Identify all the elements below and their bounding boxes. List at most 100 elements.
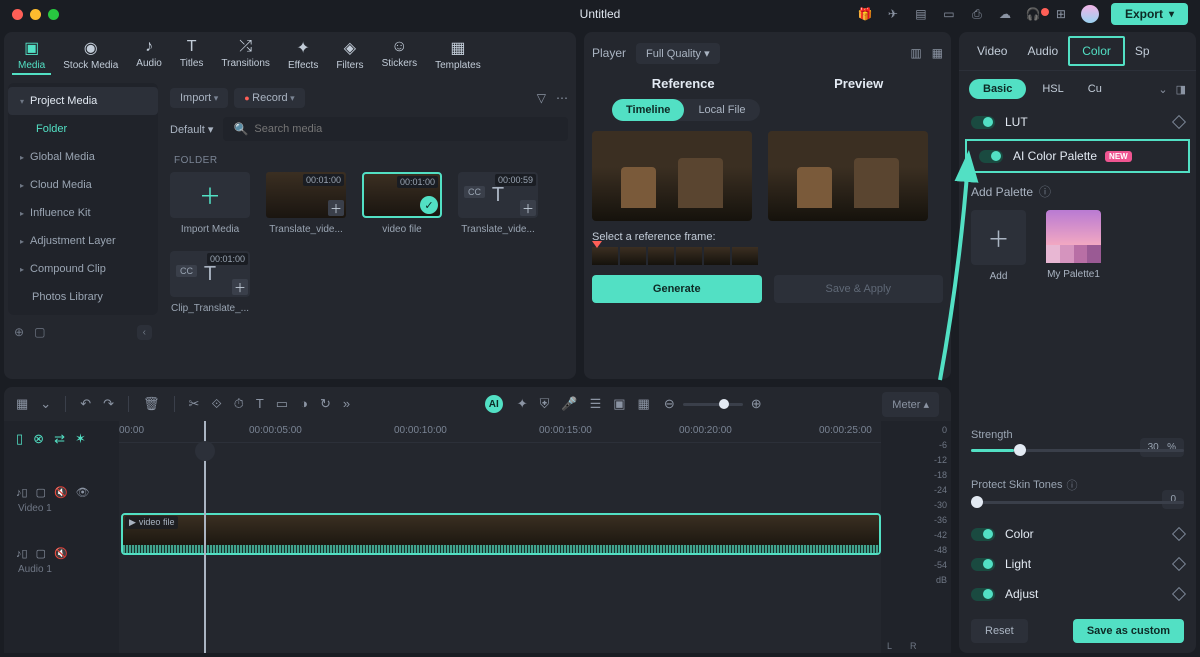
tab-stock-media[interactable]: ◉Stock Media — [57, 36, 124, 75]
gift-icon[interactable]: 🎁 — [857, 6, 873, 22]
light-section[interactable]: Light — [959, 549, 1196, 579]
import-media-tile[interactable]: ＋ Import Media — [170, 172, 250, 235]
text-icon[interactable]: T — [256, 396, 264, 412]
cloud-icon[interactable]: ☁ — [997, 6, 1013, 22]
video-track-head[interactable]: ♪▯ ▢ 🔇 👁 — [8, 481, 115, 503]
media-thumb-selected[interactable]: 00:01:00✓ video file — [362, 172, 442, 235]
zoom-out-icon[interactable]: ⊖ — [664, 396, 675, 412]
tab-color[interactable]: Color — [1068, 36, 1125, 66]
keyframe-icon[interactable] — [1172, 557, 1186, 571]
sidebar-adjustment-layer[interactable]: ▸Adjustment Layer — [8, 227, 158, 255]
sidebar-influence-kit[interactable]: ▸Influence Kit — [8, 199, 158, 227]
ai-button[interactable]: AI — [485, 395, 503, 413]
video-clip[interactable]: ▶video file — [121, 513, 881, 555]
generate-button[interactable]: Generate — [592, 275, 762, 303]
tab-transitions[interactable]: ⤮Transitions — [215, 36, 276, 75]
save-as-custom-button[interactable]: Save as custom — [1073, 619, 1184, 643]
timeline-area[interactable]: 00:00 00:00:05:00 00:00:10:00 00:00:15:0… — [119, 421, 881, 653]
chevron-down-icon[interactable]: ⌄ — [1158, 83, 1167, 96]
speed-icon[interactable]: ⏱ — [234, 396, 244, 412]
mute-icon[interactable]: 🔇 — [54, 486, 68, 499]
tab-titles[interactable]: TTitles — [174, 36, 210, 75]
subtab-curves[interactable]: Cu — [1080, 83, 1110, 95]
playhead[interactable] — [204, 421, 206, 653]
link-icon[interactable]: ▯ — [16, 431, 23, 447]
protect-value[interactable]: 0 — [1162, 490, 1184, 509]
sidebar-compound-clip[interactable]: ▸Compound Clip — [8, 255, 158, 283]
color-toggle[interactable] — [971, 528, 995, 541]
media-thumb[interactable]: TCC00:01:00＋ Clip_Translate_... — [170, 251, 250, 314]
collapse-sidebar[interactable]: ‹ — [137, 325, 152, 340]
image-icon[interactable]: ▣ — [613, 396, 625, 412]
delete-icon[interactable]: 🗑 — [143, 396, 160, 412]
tab-audio[interactable]: ♪Audio — [130, 36, 168, 75]
quality-dropdown[interactable]: Full Quality ▾ — [636, 43, 720, 64]
headphones-icon[interactable]: 🎧 — [1025, 6, 1041, 22]
slider-knob[interactable] — [1014, 444, 1026, 456]
more-icon[interactable]: » — [343, 396, 350, 412]
mute-icon[interactable]: 🔇 — [54, 547, 68, 560]
library-icon[interactable]: ▤ — [913, 6, 929, 22]
sidebar-project-media[interactable]: ▾Project Media — [8, 87, 158, 115]
marker-icon[interactable]: ✶ — [75, 431, 86, 447]
search-input[interactable] — [254, 123, 558, 135]
protect-track[interactable] — [971, 501, 1184, 504]
record-dropdown[interactable]: Record — [234, 88, 304, 108]
strength-track[interactable] — [971, 449, 1184, 452]
magnet-icon[interactable]: ⊗ — [33, 431, 44, 447]
media-thumb[interactable]: 00:01:00＋ Translate_vide... — [266, 172, 346, 235]
more-icon[interactable]: ⋯ — [556, 91, 568, 105]
keyframe-icon[interactable] — [1172, 527, 1186, 541]
lut-toggle[interactable] — [971, 116, 995, 129]
list-icon[interactable]: ☰ — [590, 396, 602, 412]
redo-icon[interactable]: ↷ — [103, 396, 114, 412]
snap-icon[interactable]: ⇄ — [54, 431, 65, 447]
minimize-window[interactable] — [30, 9, 41, 20]
keyframe-icon[interactable] — [1172, 115, 1186, 129]
ai-palette-toggle[interactable] — [979, 150, 1003, 163]
folder-icon[interactable]: ▢ — [34, 325, 45, 340]
slider-knob[interactable] — [971, 496, 983, 508]
sidebar-photos-library[interactable]: Photos Library — [8, 283, 158, 311]
tab-audio[interactable]: Audio — [1017, 36, 1068, 66]
info-icon[interactable]: ⓘ — [1067, 477, 1078, 493]
zoom-slider[interactable] — [683, 403, 743, 406]
close-window[interactable] — [12, 9, 23, 20]
ai-color-palette-row[interactable]: AI Color Palette NEW — [965, 139, 1190, 173]
tab-effects[interactable]: ✦Effects — [282, 36, 324, 75]
seg-local-file[interactable]: Local File — [684, 99, 759, 121]
seg-timeline[interactable]: Timeline — [612, 99, 684, 121]
grid2-icon[interactable]: ▦ — [638, 396, 650, 412]
frame-marker-icon[interactable] — [592, 241, 602, 248]
add-palette-button[interactable]: ＋ Add — [971, 210, 1026, 282]
sidebar-folder[interactable]: Folder — [8, 115, 158, 143]
split-icon[interactable]: ✂ — [189, 396, 200, 412]
save-apply-button[interactable]: Save & Apply — [774, 275, 944, 303]
export-button[interactable]: Export — [1111, 3, 1188, 25]
layout-icon[interactable]: ▦ — [16, 396, 28, 412]
tab-templates[interactable]: ▦Templates — [429, 36, 487, 75]
keyframe-icon[interactable] — [1172, 587, 1186, 601]
mic-icon[interactable]: 🎤 — [561, 396, 577, 412]
strength-value[interactable]: 30 % — [1140, 438, 1184, 457]
sort-dropdown[interactable]: Default ▾ — [170, 123, 213, 136]
shape-icon[interactable]: ▭ — [276, 396, 288, 412]
compare-icon[interactable]: ▥ — [910, 46, 921, 60]
enhance-icon[interactable]: ✦ — [517, 396, 528, 412]
tab-speed[interactable]: Sp — [1125, 36, 1160, 66]
audio-track-head[interactable]: ♪▯ ▢ 🔇 — [8, 542, 115, 564]
shield-icon[interactable]: ⛨ — [540, 396, 550, 412]
save-icon[interactable]: ⎙ — [969, 6, 985, 22]
info-icon[interactable]: ⓘ — [1039, 183, 1051, 200]
reference-frame-strip[interactable] — [592, 247, 943, 265]
tab-video[interactable]: Video — [967, 36, 1017, 66]
tab-filters[interactable]: ◈Filters — [330, 36, 369, 75]
add-icon[interactable]: ＋ — [520, 200, 536, 216]
adjust-section[interactable]: Adjust — [959, 579, 1196, 609]
layout-icon[interactable]: ▦ — [932, 46, 943, 60]
subtab-hsl[interactable]: HSL — [1034, 83, 1071, 95]
search-media[interactable]: 🔍 — [223, 117, 568, 141]
maximize-window[interactable] — [48, 9, 59, 20]
lut-row[interactable]: LUT — [959, 107, 1196, 137]
eye-icon[interactable]: 👁 — [76, 486, 90, 499]
